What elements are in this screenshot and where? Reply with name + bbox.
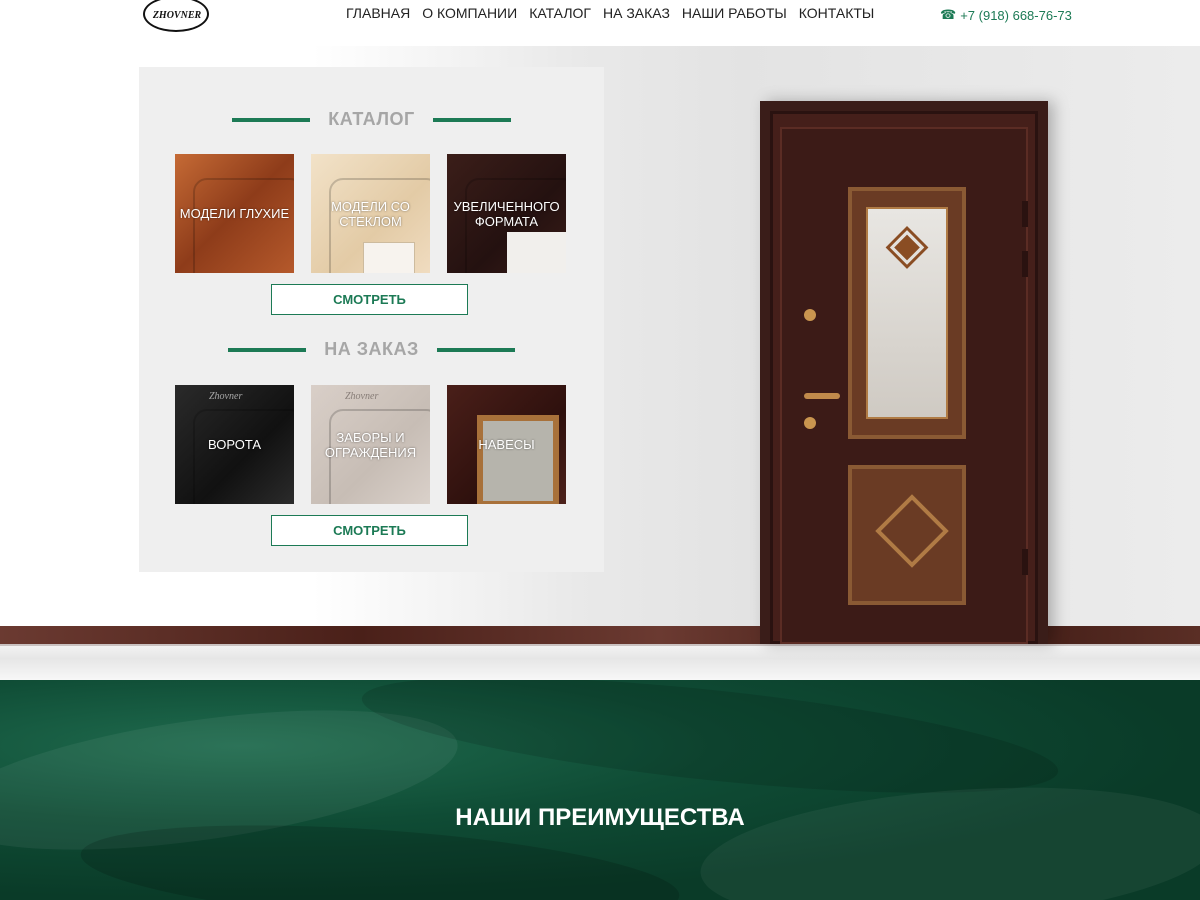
tile-solid-models[interactable]: МОДЕЛИ ГЛУХИЕ: [175, 154, 294, 273]
door-hinge: [1022, 251, 1028, 277]
door-hinge: [1022, 201, 1028, 227]
tile-label: МОДЕЛИ СО СТЕКЛОМ: [331, 198, 410, 229]
catalog-heading: КАТАЛОГ: [139, 109, 604, 130]
door-hinge: [1022, 549, 1028, 575]
advantages-section: НАШИ ПРЕИМУЩЕСТВА: [0, 680, 1200, 900]
door-lock-top: [804, 309, 816, 321]
floor: [0, 644, 1200, 680]
custom-title: НА ЗАКАЗ: [324, 339, 419, 359]
door-lower-panel: [848, 465, 966, 605]
phone-icon: ☎: [940, 7, 957, 22]
tile-label: ЗАБОРЫ И ОГРАЖДЕНИЯ: [324, 429, 417, 460]
tile-glass-models[interactable]: МОДЕЛИ СО СТЕКЛОМ: [311, 154, 430, 273]
custom-view-button[interactable]: СМОТРЕТЬ: [271, 515, 468, 546]
heading-line-left: [228, 347, 307, 352]
logo[interactable]: ZHOVNER: [141, 0, 213, 34]
main-nav: ГЛАВНАЯ О КОМПАНИИ КАТАЛОГ НА ЗАКАЗ НАШИ…: [346, 5, 874, 21]
tile-canopies[interactable]: НАВЕСЫ: [447, 385, 566, 504]
nav-contacts[interactable]: КОНТАКТЫ: [799, 5, 875, 21]
logo-text: ZHOVNER: [152, 10, 202, 21]
tile-label: НАВЕСЫ: [478, 437, 535, 452]
tile-fences[interactable]: Zhovner ЗАБОРЫ И ОГРАЖДЕНИЯ: [311, 385, 430, 504]
door-diamond-ornament: [875, 494, 949, 568]
nav-custom[interactable]: НА ЗАКАЗ: [603, 5, 670, 21]
tile-watermark: Zhovner: [209, 391, 243, 402]
tile-door-glass: [507, 232, 566, 273]
tile-gates[interactable]: Zhovner ВОРОТА: [175, 385, 294, 504]
tile-large-format[interactable]: УВЕЛИЧЕННОГО ФОРМАТА: [447, 154, 566, 273]
door-window: ◈: [848, 187, 966, 439]
door-handle: [804, 393, 840, 399]
tile-watermark: Zhovner: [345, 391, 379, 402]
heading-line-left: [232, 117, 311, 122]
nav-home[interactable]: ГЛАВНАЯ: [346, 5, 410, 21]
tile-door-outline: [193, 178, 294, 273]
floor-line: [0, 644, 1200, 646]
bg-fold: [696, 772, 1200, 900]
phone-link[interactable]: ☎ +7 (918) 668-76-73: [940, 7, 1072, 23]
door-image: ◈: [760, 101, 1048, 644]
tile-label: МОДЕЛИ ГЛУХИЕ: [179, 206, 290, 221]
catalog-view-button[interactable]: СМОТРЕТЬ: [271, 284, 468, 315]
tile-label: ВОРОТА: [207, 437, 262, 452]
phone-number: +7 (918) 668-76-73: [960, 7, 1072, 23]
nav-catalog[interactable]: КАТАЛОГ: [529, 5, 591, 21]
tile-door-glass: [477, 415, 559, 504]
nav-works[interactable]: НАШИ РАБОТЫ: [682, 5, 787, 21]
site-header: ZHOVNER ГЛАВНАЯ О КОМПАНИИ КАТАЛОГ НА ЗА…: [0, 0, 1200, 46]
heading-line-right: [432, 117, 511, 122]
door-ornament-icon: ◈: [885, 211, 929, 274]
tile-label: УВЕЛИЧЕННОГО ФОРМАТА: [453, 198, 560, 229]
nav-about[interactable]: О КОМПАНИИ: [422, 5, 517, 21]
catalog-title: КАТАЛОГ: [328, 109, 415, 129]
heading-line-right: [436, 347, 515, 352]
custom-heading: НА ЗАКАЗ: [139, 339, 604, 360]
advantages-title: НАШИ ПРЕИМУЩЕСТВА: [455, 804, 745, 831]
door-lock-bottom: [804, 417, 816, 429]
tile-door-outline: [193, 409, 294, 504]
tile-door-glass: [363, 242, 415, 273]
catalog-panel: КАТАЛОГ МОДЕЛИ ГЛУХИЕ МОДЕЛИ СО СТЕКЛОМ …: [139, 67, 604, 572]
